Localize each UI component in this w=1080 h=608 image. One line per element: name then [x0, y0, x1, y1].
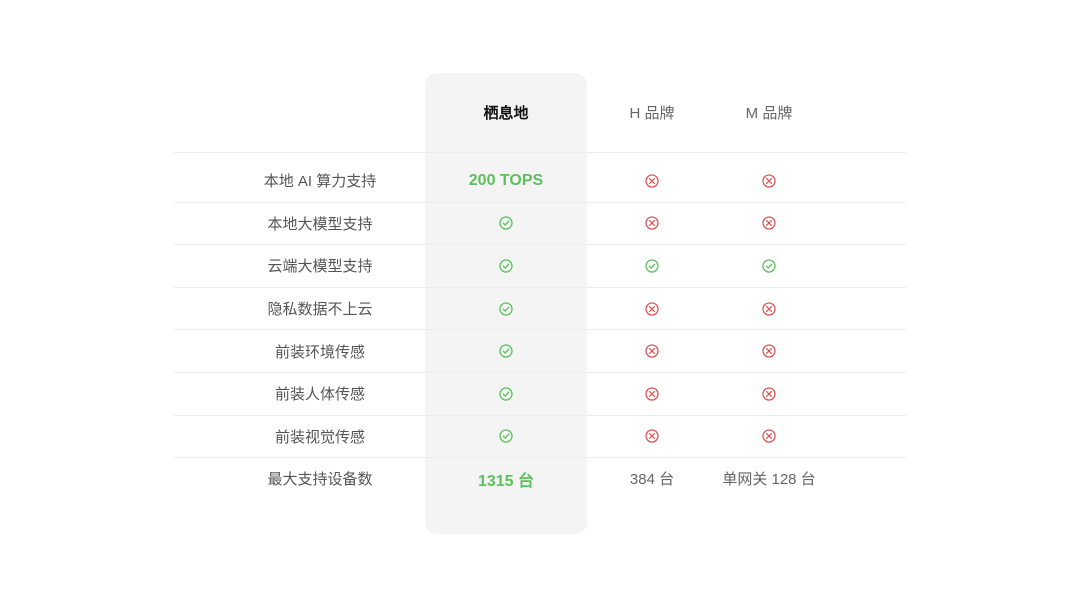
table-spacer — [174, 153, 906, 160]
check-icon — [499, 387, 513, 401]
table-row: 前装环境传感 — [174, 330, 906, 373]
cell-m — [696, 373, 842, 415]
cell-m — [696, 245, 842, 287]
cross-icon — [762, 174, 776, 188]
table-header: 栖息地 H 品牌 M 品牌 — [174, 73, 906, 153]
cross-icon — [762, 301, 776, 316]
cross-icon — [762, 429, 776, 444]
check-icon — [499, 259, 513, 273]
check-icon — [499, 429, 513, 444]
check-icon — [762, 259, 776, 273]
check-icon — [645, 259, 659, 273]
cross-icon — [645, 301, 659, 316]
table-row: 本地 AI 算力支持 200 TOPS — [174, 160, 906, 203]
check-icon — [499, 216, 513, 231]
table-row: 最大支持设备数 1315 台 384 台 单网关 128 台 — [174, 458, 906, 500]
cell-ours: 1315 台 — [425, 458, 587, 500]
value-text: 384 台 — [629, 471, 675, 489]
cell-m — [696, 160, 842, 202]
cell-ours: 200 TOPS — [425, 160, 587, 202]
header-m-brand: M 品牌 — [745, 105, 793, 122]
cell-m — [696, 203, 842, 245]
cell-ours — [425, 245, 587, 287]
cell-ours — [425, 416, 587, 458]
cross-icon — [645, 216, 659, 231]
table-row: 本地大模型支持 — [174, 203, 906, 246]
check-icon — [499, 344, 513, 358]
cell-ours — [425, 330, 587, 372]
value-text: 1315 台 — [477, 472, 535, 490]
row-label: 最大支持设备数 — [267, 471, 373, 489]
cell-ours — [425, 203, 587, 245]
cross-icon — [645, 387, 659, 401]
table-row: 隐私数据不上云 — [174, 288, 906, 331]
cross-icon — [762, 387, 776, 401]
cross-icon — [645, 174, 659, 188]
row-label: 隐私数据不上云 — [267, 301, 373, 319]
table-row: 云端大模型支持 — [174, 245, 906, 288]
row-label: 本地 AI 算力支持 — [263, 173, 377, 191]
row-label: 前装人体传感 — [274, 386, 365, 404]
cross-icon — [645, 429, 659, 444]
row-label: 前装视觉传感 — [274, 428, 365, 446]
value-text: 单网关 128 台 — [722, 471, 816, 489]
cross-icon — [645, 344, 659, 358]
cross-icon — [762, 344, 776, 358]
check-icon — [499, 301, 513, 316]
cell-ours — [425, 288, 587, 330]
cell-ours — [425, 373, 587, 415]
cell-m — [696, 288, 842, 330]
cell-m: 单网关 128 台 — [696, 458, 842, 500]
header-ours: 栖息地 — [483, 105, 529, 122]
value-text: 200 TOPS — [468, 171, 544, 189]
row-label: 本地大模型支持 — [267, 215, 373, 233]
row-label: 云端大模型支持 — [267, 258, 373, 276]
cross-icon — [762, 216, 776, 231]
cell-m — [696, 416, 842, 458]
table-row: 前装视觉传感 — [174, 416, 906, 459]
cell-m — [696, 330, 842, 372]
table-row: 前装人体传感 — [174, 373, 906, 416]
row-label: 前装环境传感 — [274, 343, 365, 361]
comparison-table: 栖息地 H 品牌 M 品牌 本地 AI 算力支持 200 TOPS 本地大模型支… — [174, 73, 906, 500]
